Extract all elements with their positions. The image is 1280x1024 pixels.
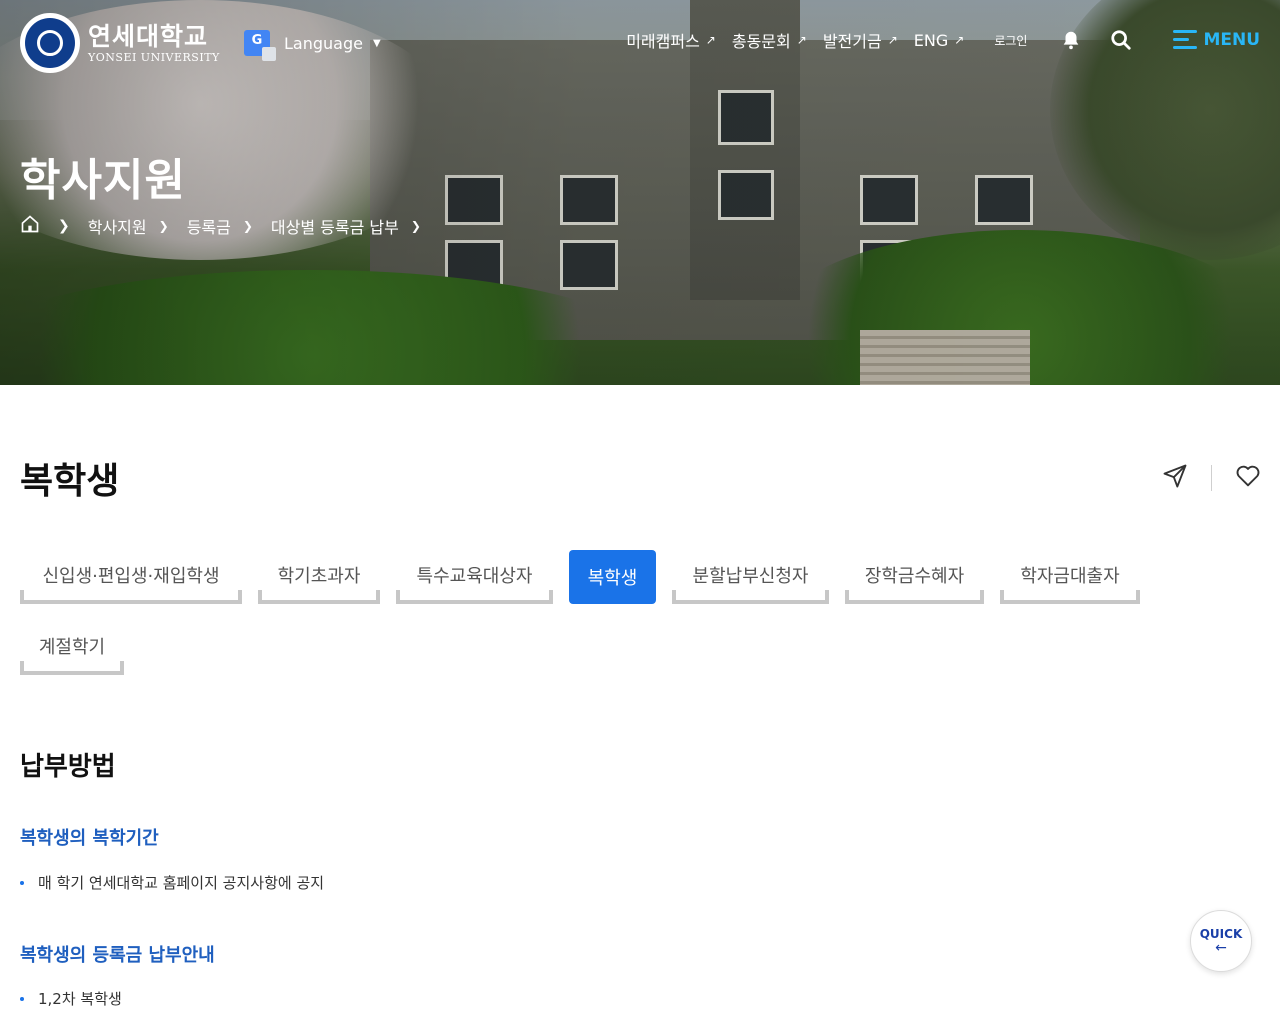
link-future-campus[interactable]: 미래캠퍼스 ↗ [626,28,716,52]
heart-icon[interactable] [1234,462,1262,494]
list-item: 매 학기 연세대학교 홈페이지 공지사항에 공지 [20,872,324,893]
breadcrumb-label: 학사지원 [87,218,147,237]
site-header: 연세대학교 YONSEI UNIVERSITY G Language ▼ 미래캠… [0,0,1280,86]
home-icon[interactable] [20,214,40,238]
page-title: 복학생 [20,461,120,502]
search-icon[interactable] [1109,28,1133,52]
link-label: 총동문회 [731,32,791,51]
list-item: 1,2차 복학생 [20,988,122,1009]
page-actions [1161,462,1262,494]
bell-icon[interactable] [1059,28,1083,52]
tab-scholarship-recipients[interactable]: 장학금수혜자 [845,550,984,604]
breadcrumb-item-academic[interactable]: 학사지원 ❯ [88,214,169,238]
breadcrumb-item-tuition[interactable]: 등록금 ❯ [187,214,253,238]
tab-installment-payment[interactable]: 분할납부신청자 [672,550,829,604]
chevron-down-icon: ❯ [242,219,253,233]
language-label: Language [284,33,363,53]
menu-label: MENU [1203,30,1260,50]
language-selector[interactable]: G Language ▼ [244,30,381,61]
chevron-down-icon: ❯ [410,219,421,233]
university-logo[interactable]: 연세대학교 YONSEI UNIVERSITY [20,12,220,74]
section-title: 납부방법 [20,752,116,782]
bullet-icon [20,880,24,885]
chevron-down-icon: ❯ [158,219,169,233]
tab-special-education[interactable]: 특수교육대상자 [396,550,553,604]
divider [1211,465,1212,491]
quick-menu-button[interactable]: QUICK ← [1190,910,1252,972]
breadcrumb: ❯ 학사지원 ❯ 등록금 ❯ 대상별 등록금 납부 ❯ [20,214,439,238]
share-icon[interactable] [1161,462,1189,494]
translate-icon: G [244,30,276,61]
top-navigation: 미래캠퍼스 ↗ 총동문회 ↗ 발전기금 ↗ ENG ↗ 로그인 MENU [626,28,1260,52]
tab-student-loan[interactable]: 학자금대출자 [1000,550,1140,604]
list-item-text: 매 학기 연세대학교 홈페이지 공지사항에 공지 [38,874,325,892]
tab-returning-students[interactable]: 복학생 [569,550,656,604]
hero-title: 학사지원 [20,155,186,206]
arrow-left-icon: ← [1215,940,1227,956]
hamburger-icon [1173,30,1198,50]
quick-label: QUICK [1199,927,1243,941]
breadcrumb-item-payment[interactable]: 대상별 등록금 납부 ❯ [271,214,421,238]
list-item-text: 1,2차 복학생 [38,990,122,1008]
link-english[interactable]: ENG ↗ [914,31,965,50]
caret-down-icon: ▼ [372,37,381,49]
logo-korean-name: 연세대학교 [88,21,209,51]
link-label: ENG [913,30,949,50]
seal-icon [20,13,80,73]
menu-button[interactable]: MENU [1173,30,1260,50]
link-development-fund[interactable]: 발전기금 ↗ [823,28,898,52]
external-link-icon: ↗ [954,33,965,47]
link-label: 미래캠퍼스 [626,32,700,51]
logo-english-name: YONSEI UNIVERSITY [88,50,220,64]
link-label: 발전기금 [822,32,882,51]
external-link-icon: ↗ [705,33,716,47]
subsection-title: 복학생의 등록금 납부안내 [20,945,215,966]
external-link-icon: ↗ [796,33,807,47]
tab-exceeded-semesters[interactable]: 학기초과자 [258,550,380,604]
chevron-right-icon: ❯ [58,218,70,234]
subsection-title: 복학생의 복학기간 [20,828,159,849]
breadcrumb-label: 등록금 [186,218,231,237]
tab-new-transfer-readmit[interactable]: 신입생·편입생·재입학생 [20,550,242,604]
breadcrumb-label: 대상별 등록금 납부 [270,218,399,237]
login-link[interactable]: 로그인 [994,32,1027,49]
link-alumni[interactable]: 총동문회 ↗ [732,28,807,52]
external-link-icon: ↗ [887,33,898,47]
bullet-icon [20,996,24,1001]
tab-seasonal-semester[interactable]: 계절학기 [20,621,124,675]
